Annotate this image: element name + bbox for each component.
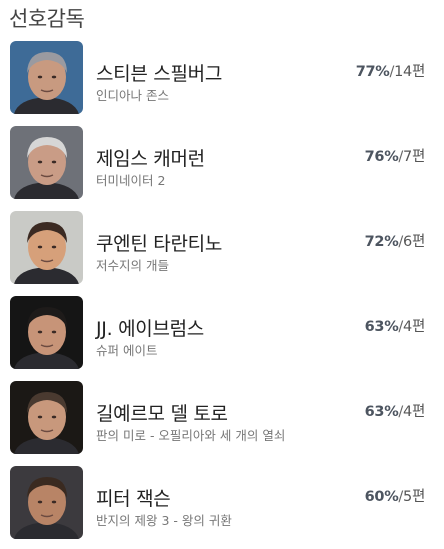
film-count: 4 — [403, 319, 412, 335]
film-count-unit: 편 — [411, 319, 425, 335]
representative-film: 반지의 제왕 3 - 왕의 귀환 — [96, 513, 232, 528]
portrait-photo — [10, 41, 83, 114]
match-percent: 72% — [364, 234, 399, 250]
representative-film: 터미네이터 2 — [96, 173, 166, 188]
list-item[interactable]: JJ. 에이브럼스 슈퍼 에이트 63%/4편 — [0, 294, 444, 379]
match-stat: 63%/4편 — [364, 404, 426, 420]
list-item[interactable]: 쿠엔틴 타란티노 저수지의 개들 72%/6편 — [0, 209, 444, 294]
match-stat: 76%/7편 — [364, 149, 426, 165]
match-stat: 77%/14편 — [355, 64, 426, 80]
director-name[interactable]: 길예르모 델 토로 — [96, 399, 228, 426]
portrait-photo — [10, 126, 83, 199]
match-percent: 63% — [364, 404, 399, 420]
list-item[interactable]: 제임스 캐머런 터미네이터 2 76%/7편 — [0, 124, 444, 209]
match-percent: 60% — [364, 489, 399, 505]
list-item[interactable]: 피터 잭슨 반지의 제왕 3 - 왕의 귀환 60%/5편 — [0, 464, 444, 549]
film-count-unit: 편 — [411, 489, 425, 505]
director-photo[interactable] — [10, 126, 83, 199]
director-photo[interactable] — [10, 466, 83, 539]
list-item[interactable]: 길예르모 델 토로 판의 미로 - 오필리아와 세 개의 열쇠 63%/4편 — [0, 379, 444, 464]
representative-film: 저수지의 개들 — [96, 258, 169, 273]
director-photo[interactable] — [10, 296, 83, 369]
director-photo[interactable] — [10, 211, 83, 284]
representative-film: 판의 미로 - 오필리아와 세 개의 열쇠 — [96, 428, 286, 443]
section-title: 선호감독 — [9, 7, 85, 31]
director-photo[interactable] — [10, 381, 83, 454]
director-photo[interactable] — [10, 41, 83, 114]
film-count: 6 — [403, 234, 412, 250]
film-count: 5 — [403, 489, 412, 505]
director-name[interactable]: 스티븐 스필버그 — [96, 59, 222, 86]
match-stat: 63%/4편 — [364, 319, 426, 335]
match-stat: 60%/5편 — [364, 489, 426, 505]
director-name[interactable]: 제임스 캐머런 — [96, 144, 205, 171]
portrait-photo — [10, 211, 83, 284]
match-stat: 72%/6편 — [364, 234, 426, 250]
match-percent: 77% — [355, 64, 390, 80]
portrait-photo — [10, 381, 83, 454]
film-count: 7 — [403, 149, 412, 165]
representative-film: 슈퍼 에이트 — [96, 343, 158, 358]
director-name[interactable]: 쿠엔틴 타란티노 — [96, 229, 222, 256]
portrait-photo — [10, 296, 83, 369]
portrait-photo — [10, 466, 83, 539]
director-name[interactable]: JJ. 에이브럼스 — [96, 314, 204, 341]
director-list: 스티븐 스필버그 인디아나 존스 77%/14편 제임스 캐머런 터미네이터 2… — [0, 39, 444, 549]
film-count-unit: 편 — [411, 149, 425, 165]
film-count: 4 — [403, 404, 412, 420]
film-count: 14 — [394, 64, 412, 80]
representative-film: 인디아나 존스 — [96, 88, 169, 103]
list-item[interactable]: 스티븐 스필버그 인디아나 존스 77%/14편 — [0, 39, 444, 124]
film-count-unit: 편 — [411, 234, 425, 250]
director-name[interactable]: 피터 잭슨 — [96, 484, 171, 511]
match-percent: 63% — [364, 319, 399, 335]
film-count-unit: 편 — [411, 404, 425, 420]
match-percent: 76% — [364, 149, 399, 165]
film-count-unit: 편 — [411, 64, 425, 80]
